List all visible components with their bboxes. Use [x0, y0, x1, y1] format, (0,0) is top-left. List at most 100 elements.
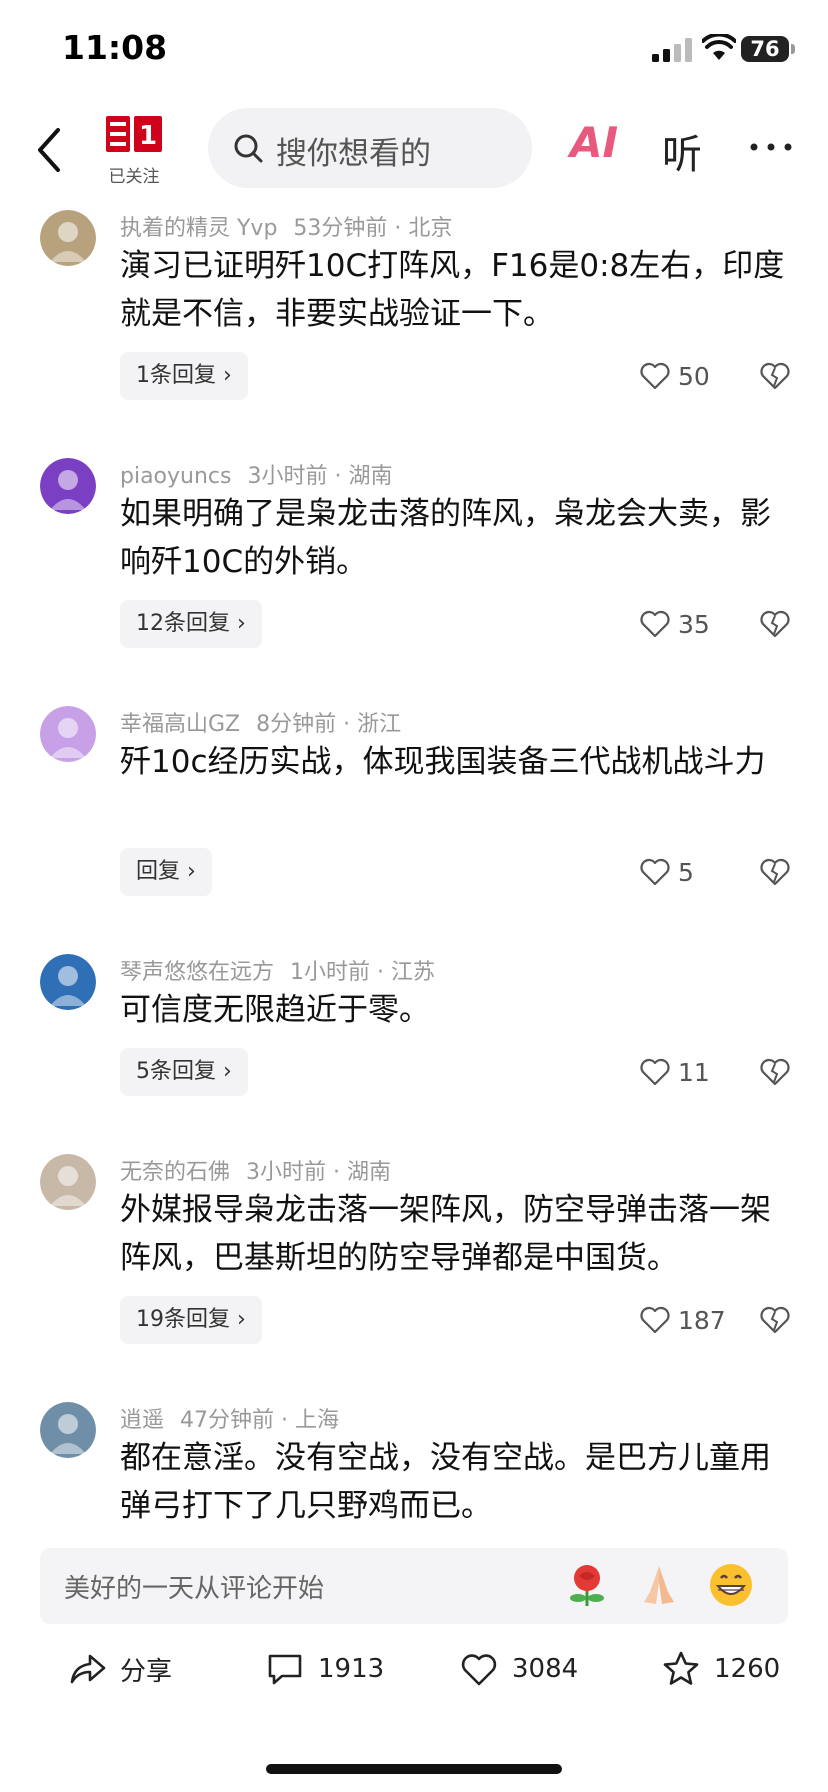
comment-input-placeholder: 美好的一天从评论开始 [64, 1574, 325, 1604]
broken-heart-icon[interactable] [760, 1306, 790, 1334]
broken-heart-icon[interactable] [760, 362, 790, 390]
replies-label: 1条回复 [136, 363, 216, 388]
search-icon [234, 134, 263, 163]
follow-status: 已关注 [108, 167, 160, 187]
meta-separator: · [336, 712, 358, 737]
chevron-right-icon: › [230, 1307, 246, 1332]
view-replies-button[interactable]: 回复 › [120, 848, 212, 896]
comment-location: 上海 [295, 1408, 340, 1433]
comment-item[interactable]: 幸福高山GZ 8分钟前 · 浙江 歼10c经历实战，体现我国装备三代战机战斗力 回复 … [0, 696, 828, 944]
chevron-right-icon: › [180, 859, 196, 884]
comment-like-button[interactable]: 5 [640, 848, 694, 896]
comment-like-count: 50 [678, 361, 710, 391]
comment-like-button[interactable]: 50 [640, 352, 710, 400]
comment-like-button[interactable]: 35 [640, 600, 710, 648]
user-avatar[interactable] [40, 458, 96, 514]
comment-like-button[interactable]: 187 [640, 1296, 726, 1344]
view-replies-button[interactable]: 19条回复 › [120, 1296, 262, 1344]
pray-emoji-icon[interactable] [636, 1562, 682, 1608]
wifi-icon [702, 34, 736, 60]
avatar-image-icon [40, 1402, 96, 1458]
user-avatar[interactable] [40, 706, 96, 762]
comment-item[interactable]: 执着的精灵 Yvp 53分钟前 · 北京 演习已证明歼10C打阵风，F16是0:8左… [0, 200, 828, 448]
more-options-icon[interactable] [746, 122, 796, 172]
broken-heart-icon[interactable] [760, 610, 790, 638]
user-avatar[interactable] [40, 954, 96, 1010]
comment-username[interactable]: piaoyuncs [120, 464, 231, 489]
home-indicator [266, 1764, 562, 1774]
comment-time: 53分钟前 [293, 216, 388, 241]
comment-location: 江苏 [391, 960, 436, 985]
comment-username[interactable]: 逍遥 [120, 1408, 164, 1433]
grin-emoji-icon[interactable] [708, 1562, 754, 1608]
comment-username[interactable]: 执着的精灵 Yvp [120, 216, 277, 241]
chevron-right-icon: › [216, 363, 232, 388]
chevron-right-icon: › [230, 611, 246, 636]
meta-separator: · [387, 216, 409, 241]
status-bar: 11:08 76 [0, 0, 828, 100]
logo-badge: 1 [104, 112, 164, 156]
comment-username[interactable]: 无奈的石佛 [120, 1160, 230, 1185]
cellular-signal-icon [652, 38, 692, 62]
comments-count: 1913 [318, 1654, 385, 1684]
view-replies-button[interactable]: 12条回复 › [120, 600, 262, 648]
comment-username[interactable]: 幸福高山GZ [120, 712, 240, 737]
bottom-action-bar: 分享 1913 3084 1260 [0, 1640, 828, 1710]
comment-list: 执着的精灵 Yvp 53分钟前 · 北京 演习已证明歼10C打阵风，F16是0:8左… [0, 200, 828, 1530]
comment-location: 浙江 [357, 712, 402, 737]
comment-time: 3小时前 [247, 464, 328, 489]
replies-label: 12条回复 [136, 611, 230, 636]
comment-meta: 琴声悠悠在远方 1小时前 · 江苏 [120, 954, 435, 986]
share-label: 分享 [120, 1656, 173, 1687]
comment-like-count: 35 [678, 609, 710, 639]
user-avatar[interactable] [40, 1154, 96, 1210]
comment-like-count: 187 [678, 1305, 726, 1335]
avatar-image-icon [40, 954, 96, 1010]
avatar-image-icon [40, 1154, 96, 1210]
comment-time: 1小时前 [290, 960, 371, 985]
replies-label: 回复 [136, 859, 181, 884]
comment-location: 湖南 [347, 1160, 392, 1185]
heart-icon [640, 858, 670, 886]
rose-emoji-icon[interactable] [564, 1562, 610, 1608]
back-chevron-icon[interactable] [28, 120, 68, 180]
comment-like-count: 5 [678, 857, 694, 887]
broken-heart-icon[interactable] [760, 1058, 790, 1086]
comment-time: 8分钟前 [256, 712, 337, 737]
comment-item[interactable]: piaoyuncs 3小时前 · 湖南 如果明确了是枭龙击落的阵风，枭龙会大卖，影响… [0, 448, 828, 696]
comment-username[interactable]: 琴声悠悠在远方 [120, 960, 274, 985]
comment-text: 可信度无限趋近于零。 [120, 992, 430, 1028]
favorites-count: 1260 [714, 1654, 781, 1684]
ai-button[interactable]: AI [570, 118, 618, 167]
meta-separator: · [327, 464, 349, 489]
comment-location: 湖南 [348, 464, 393, 489]
comment-input[interactable]: 美好的一天从评论开始 [40, 1548, 788, 1624]
comment-location: 北京 [408, 216, 453, 241]
user-avatar[interactable] [40, 1402, 96, 1458]
like-post-button[interactable]: 3084 [460, 1650, 578, 1688]
comment-icon [268, 1654, 302, 1685]
comment-text: 都在意淫。没有空战，没有空战。是巴方儿童用弹弓打下了几只野鸡而已。 [120, 1440, 771, 1524]
view-replies-button[interactable]: 1条回复 › [120, 352, 248, 400]
comments-button[interactable]: 1913 [266, 1650, 384, 1688]
view-replies-button[interactable]: 5条回复 › [120, 1048, 248, 1096]
account-logo[interactable]: 1 已关注 [100, 112, 168, 190]
broken-heart-icon[interactable] [760, 858, 790, 886]
comment-item[interactable]: 无奈的石佛 3小时前 · 湖南 外媒报导枭龙击落一架阵风，防空导弹击落一架阵风，巴基… [0, 1144, 828, 1392]
comment-item[interactable]: 琴声悠悠在远方 1小时前 · 江苏 可信度无限趋近于零。 5条回复 › 11 [0, 944, 828, 1144]
user-avatar[interactable] [40, 210, 96, 266]
comment-text: 外媒报导枭龙击落一架阵风，防空导弹击落一架阵风，巴基斯坦的防空导弹都是中国货。 [120, 1192, 771, 1276]
share-button[interactable]: 分享 [68, 1650, 172, 1688]
avatar-image-icon [40, 210, 96, 266]
favorite-button[interactable]: 1260 [662, 1650, 780, 1688]
heart-icon [640, 362, 670, 390]
listen-button[interactable]: 听 [662, 122, 702, 180]
app-screen: 11:08 76 1 已关注 搜你想看的 AI 听 执着的精灵 Yvp 53分钟… [0, 0, 828, 1792]
comment-like-button[interactable]: 11 [640, 1048, 710, 1096]
heart-icon [640, 610, 670, 638]
heart-icon [640, 1306, 670, 1334]
logo-mark-icon: 1 [106, 116, 162, 152]
search-input[interactable]: 搜你想看的 [208, 108, 532, 188]
comment-meta: 执着的精灵 Yvp 53分钟前 · 北京 [120, 210, 452, 242]
comment-item[interactable]: 逍遥 47分钟前 · 上海 都在意淫。没有空战，没有空战。是巴方儿童用弹弓打下了几只… [0, 1392, 828, 1530]
